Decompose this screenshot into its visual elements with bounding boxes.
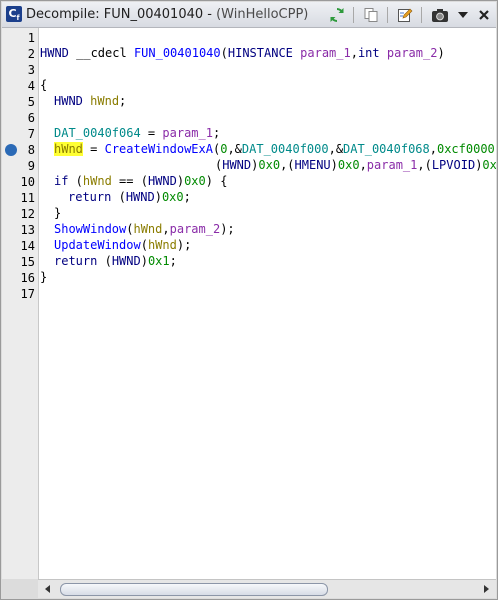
param-name[interactable]: param_1 [162, 126, 213, 140]
keyword[interactable]: return [54, 254, 97, 268]
param-type[interactable]: HINSTANCE [228, 46, 293, 60]
code-line-10: if (hWnd == (HWND)0x0) { [54, 174, 228, 188]
return-type[interactable]: HWND [40, 46, 69, 60]
code-line-4: { [40, 78, 48, 92]
constant[interactable]: 0xcf0000 [437, 142, 495, 156]
decompiler-window: Cf Decompile: FUN_00401040 - (WinHelloCP… [0, 0, 498, 600]
line-number: 12 [20, 207, 35, 221]
menu-dropdown-button[interactable] [453, 5, 473, 24]
function-name[interactable]: FUN_00401040 [134, 46, 221, 60]
highlighted-local-variable[interactable]: hWnd [54, 142, 83, 156]
type-token[interactable]: HWND [126, 190, 155, 204]
param-name[interactable]: param_1 [300, 46, 351, 60]
constant[interactable]: 0x0 [482, 158, 496, 172]
line-number: 15 [20, 255, 35, 269]
toolbar-separator [421, 7, 422, 23]
code-line-7: DAT_0040f064 = param_1; [54, 126, 221, 140]
code-line-9: (HWND)0x0,(HMENU)0x0,param_1,(LPVOID)0x0 [215, 158, 496, 174]
line-number: 8 [27, 143, 35, 157]
line-number: 4 [27, 79, 35, 93]
line-number: 5 [27, 95, 35, 109]
type-token[interactable]: HWND [112, 254, 141, 268]
param-type[interactable]: int [358, 46, 380, 60]
keyword[interactable]: return [68, 190, 111, 204]
function-call[interactable]: ShowWindow [54, 222, 126, 236]
line-number: 1 [27, 31, 35, 45]
close-icon [479, 9, 489, 20]
type-token[interactable]: HWND [148, 174, 177, 188]
constant[interactable]: 0x0 [258, 158, 280, 172]
type-token[interactable]: HWND [222, 158, 251, 172]
line-number-gutter[interactable]: 1 2 3 4 5 6 7 8 9 10 11 12 13 14 15 16 1… [2, 28, 39, 580]
local-variable[interactable]: hWnd [90, 94, 119, 108]
toolbar-separator [353, 7, 354, 23]
scrollbar-thumb[interactable] [60, 583, 328, 596]
line-number: 7 [27, 127, 35, 141]
scroll-left-button[interactable] [40, 581, 56, 597]
code-area[interactable]: HWND __cdecl FUN_00401040(HINSTANCE para… [39, 28, 496, 580]
gutter-corner [2, 579, 38, 597]
edit-icon [398, 8, 413, 22]
line-number: 11 [20, 191, 35, 205]
param-name[interactable]: param_2 [170, 222, 221, 236]
line-number: 13 [20, 223, 35, 237]
keyword[interactable]: if [54, 174, 68, 188]
code-line-11: return (HWND)0x0; [68, 190, 191, 204]
line-number: 3 [27, 63, 35, 77]
title-bar: Cf Decompile: FUN_00401040 - (WinHelloCP… [2, 2, 496, 28]
global-variable[interactable]: DAT_0040f000 [242, 142, 329, 156]
scroll-right-icon [484, 585, 489, 593]
refresh-icon [330, 7, 344, 22]
line-number: 6 [27, 111, 35, 125]
code-line-16: } [40, 270, 48, 284]
decompiler-code-panel[interactable]: 1 2 3 4 5 6 7 8 9 10 11 12 13 14 15 16 1… [2, 28, 496, 580]
decompiler-logo-icon: Cf [6, 6, 22, 22]
constant[interactable]: 0x0 [162, 190, 184, 204]
global-variable[interactable]: DAT_0040f068 [343, 142, 430, 156]
code-line-8: hWnd = CreateWindowExA(0,&DAT_0040f000,&… [54, 142, 496, 156]
local-variable[interactable]: hWnd [148, 238, 177, 252]
snapshot-button[interactable] [430, 5, 450, 24]
title-program: (WinHelloCPP) [216, 7, 309, 22]
type-token[interactable]: HMENU [295, 158, 331, 172]
code-line-13: ShowWindow(hWnd,param_2); [54, 222, 235, 236]
window-title: Decompile: FUN_00401040 - (WinHelloCPP) [26, 7, 308, 22]
code-line-12: } [54, 206, 62, 220]
dropdown-icon [458, 11, 468, 18]
type-token[interactable]: LPVOID [432, 158, 475, 172]
line-number: 16 [20, 271, 35, 285]
line-number: 10 [20, 175, 35, 189]
refresh-button[interactable] [327, 5, 347, 24]
function-call[interactable]: UpdateWindow [54, 238, 141, 252]
toolbar-separator [387, 7, 388, 23]
snapshot-icon [432, 8, 448, 22]
code-line-15: return (HWND)0x1; [54, 254, 177, 268]
constant[interactable]: 0x1 [148, 254, 170, 268]
constant[interactable]: 0x0 [338, 158, 360, 172]
close-button[interactable] [474, 5, 494, 24]
horizontal-scrollbar[interactable] [38, 579, 496, 598]
type-token[interactable]: HWND [54, 94, 83, 108]
global-variable[interactable]: DAT_0040f064 [54, 126, 141, 140]
local-variable[interactable]: hWnd [83, 174, 112, 188]
code-line-5: HWND hWnd; [54, 94, 127, 108]
scroll-left-icon [45, 585, 50, 593]
line-number: 2 [27, 47, 35, 61]
param-name[interactable]: param_1 [367, 158, 418, 172]
line-number: 9 [27, 159, 35, 173]
edit-button[interactable] [395, 5, 415, 24]
scroll-right-button[interactable] [478, 581, 494, 597]
copy-button[interactable] [361, 5, 381, 24]
param-name[interactable]: param_2 [387, 46, 438, 60]
code-line-14: UpdateWindow(hWnd); [54, 238, 192, 252]
function-call[interactable]: CreateWindowExA [105, 142, 213, 156]
code-line-2: HWND __cdecl FUN_00401040(HINSTANCE para… [40, 46, 445, 60]
copy-icon [364, 7, 378, 22]
local-variable[interactable]: hWnd [133, 222, 162, 236]
line-number: 17 [20, 287, 35, 301]
title-function: Decompile: FUN_00401040 - [26, 7, 217, 22]
line-number: 14 [20, 239, 35, 253]
constant[interactable]: 0x0 [184, 174, 206, 188]
